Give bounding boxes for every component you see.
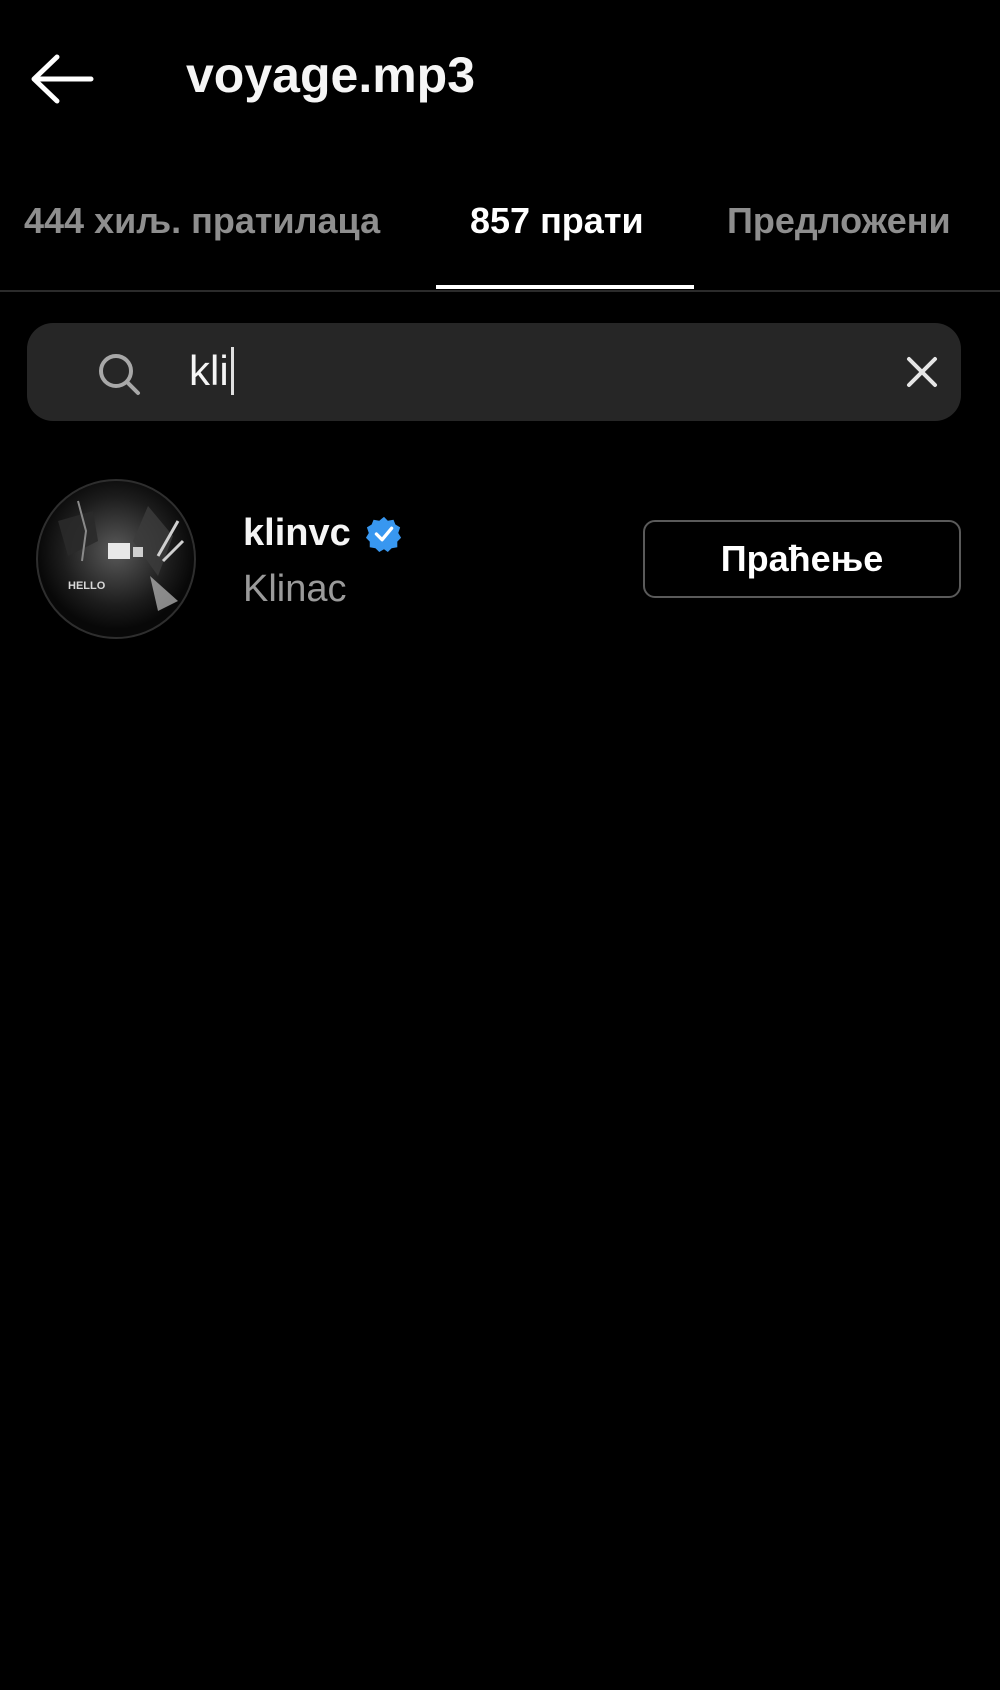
search-input[interactable]: kli: [189, 347, 234, 395]
close-icon: [907, 357, 937, 387]
avatar-image: HELLO: [38, 481, 194, 637]
following-button[interactable]: Праћење: [643, 520, 961, 598]
back-button[interactable]: [22, 44, 102, 114]
tab-suggested[interactable]: Предложени: [727, 200, 951, 242]
page-title: voyage.mp3: [186, 47, 476, 103]
search-bar[interactable]: kli: [27, 323, 961, 421]
text-cursor: [230, 347, 234, 395]
username: klinvc: [243, 512, 351, 554]
avatar[interactable]: HELLO: [36, 479, 196, 639]
tab-following[interactable]: 857 прати: [470, 200, 644, 242]
search-input-value: kli: [189, 347, 229, 394]
clear-search-button[interactable]: [899, 349, 945, 395]
verified-badge-icon: [365, 516, 401, 552]
top-bar: voyage.mp3: [0, 0, 1000, 160]
list-item[interactable]: HELLO klinvc Klinac Праћење: [0, 470, 1000, 650]
arrow-left-icon: [31, 54, 94, 104]
tab-bar: 444 хиљ. пратилаца 857 прати Предложени: [0, 170, 1000, 292]
active-tab-indicator: [436, 285, 694, 289]
tab-followers[interactable]: 444 хиљ. пратилаца: [24, 200, 380, 242]
username-line[interactable]: klinvc: [243, 512, 403, 555]
full-name: Klinac: [243, 568, 347, 610]
search-icon: [99, 354, 140, 395]
avatar-lettering: HELLO: [68, 580, 106, 592]
